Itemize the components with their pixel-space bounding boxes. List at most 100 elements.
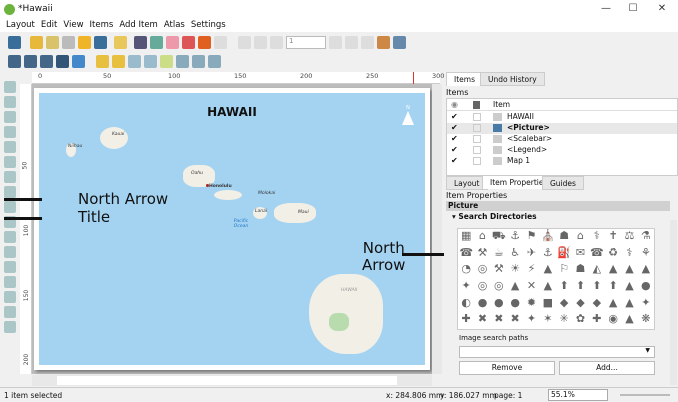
svg-symbol-thumbnail[interactable]: ⚡ [523, 262, 539, 279]
svg-symbol-thumbnail[interactable]: ⬆ [556, 279, 572, 296]
svg-symbol-thumbnail[interactable]: ◎ [474, 262, 490, 279]
group-icon[interactable] [128, 55, 141, 68]
svg-symbol-thumbnail[interactable]: ◎ [474, 279, 490, 296]
search-directories-header[interactable]: ▾ Search Directories [452, 212, 537, 221]
tab-undo-history[interactable]: Undo History [480, 72, 545, 86]
svg-symbol-thumbnail[interactable]: ⚓ [507, 229, 523, 246]
menu-view[interactable]: View [63, 20, 83, 30]
add-label-icon[interactable] [4, 201, 16, 213]
svg-symbol-thumbnail[interactable]: ■ [540, 296, 556, 313]
first-feature-icon[interactable] [254, 36, 267, 49]
add-shape-icon[interactable] [4, 246, 16, 258]
redo-icon[interactable] [214, 36, 227, 49]
zoom-100-icon[interactable] [40, 55, 53, 68]
svg-symbol-thumbnail[interactable]: ◆ [572, 296, 588, 313]
svg-symbol-thumbnail[interactable]: ⚒ [491, 262, 507, 279]
horizontal-scrollbar[interactable] [32, 375, 432, 386]
tab-guides[interactable]: Guides [542, 176, 584, 190]
svg-symbol-thumbnail[interactable]: ☗ [572, 262, 588, 279]
svg-symbol-thumbnail[interactable]: ⚑ [523, 229, 539, 246]
item-row-scalebar[interactable]: ✔ <Scalebar> [447, 134, 677, 145]
distribute-icon[interactable] [192, 55, 205, 68]
svg-symbol-thumbnail[interactable]: ✳ [556, 312, 572, 329]
lock-items-icon[interactable] [160, 55, 173, 68]
svg-symbol-thumbnail[interactable]: ☀ [507, 262, 523, 279]
svg-symbol-thumbnail[interactable]: ▲ [540, 279, 556, 296]
svg-symbol-thumbnail[interactable]: ✦ [638, 296, 654, 313]
lower-item-icon[interactable] [112, 55, 125, 68]
zoom-out-icon[interactable] [24, 55, 37, 68]
add-3d-map-icon[interactable] [4, 171, 16, 183]
svg-symbol-thumbnail[interactable]: ⚖ [621, 229, 637, 246]
atlas-settings-icon[interactable] [393, 36, 406, 49]
menu-settings[interactable]: Settings [191, 20, 226, 30]
svg-symbol-thumbnail[interactable]: ✖ [507, 312, 523, 329]
menu-atlas[interactable]: Atlas [164, 20, 185, 30]
svg-symbol-thumbnail[interactable]: ⛟ [491, 229, 507, 246]
add-html-icon[interactable] [4, 306, 16, 318]
svg-symbol-thumbnail[interactable]: ⬆ [605, 279, 621, 296]
svg-symbol-thumbnail[interactable]: ⬆ [572, 279, 588, 296]
menu-layout[interactable]: Layout [6, 20, 35, 30]
duplicate-layout-icon[interactable] [46, 36, 59, 49]
item-row-map[interactable]: ✔ Map 1 [447, 156, 677, 167]
svg-symbol-thumbnail[interactable]: ◐ [458, 296, 474, 313]
image-search-paths-dropdown[interactable]: ▼ [459, 346, 655, 358]
pan-icon[interactable] [4, 81, 16, 93]
svg-symbol-thumbnail[interactable]: ⬆ [589, 279, 605, 296]
svg-symbol-thumbnail[interactable]: ▲ [507, 279, 523, 296]
export-atlas-icon[interactable] [377, 36, 390, 49]
add-marker-icon[interactable] [4, 261, 16, 273]
select-icon[interactable] [4, 111, 16, 123]
svg-symbol-thumbnail[interactable]: ▲ [605, 262, 621, 279]
svg-symbol-thumbnail[interactable]: ▲ [621, 262, 637, 279]
properties-scrollbar[interactable] [670, 220, 677, 385]
tab-items[interactable]: Items [446, 72, 483, 86]
svg-symbol-thumbnail[interactable]: ◉ [605, 312, 621, 329]
zoom-in-icon[interactable] [8, 55, 21, 68]
add-table-icon[interactable] [4, 321, 16, 333]
zoom-slider[interactable] [620, 394, 670, 396]
svg-symbol-thumbnail[interactable]: ▲ [540, 262, 556, 279]
menu-add-item[interactable]: Add Item [119, 20, 158, 30]
svg-symbol-thumbnail[interactable]: ✈ [523, 246, 539, 263]
atlas-preview-icon[interactable] [238, 36, 251, 49]
last-feature-icon[interactable] [345, 36, 358, 49]
atlas-page-input[interactable]: 1 [286, 36, 326, 49]
close-button[interactable]: ✕ [652, 3, 672, 14]
svg-symbol-thumbnail[interactable]: ⚒ [474, 246, 490, 263]
svg-symbol-grid[interactable]: ▦ ⌂ ⛟ ⚓ ⚑ ⛪ ☗ ⌂ ⚕ ✝ ⚖ ⚗ ☎ ⚒ ☕ ♿ ✈ ⚓ ⛽ ✉ ☎ ♻ ⚕ ⚘ ◔ ◎ ⚒ ☀ ⚡ ▲ ⚐ ☗ ◭ ▲ ▲ ▲ ✦ ◎ ◎ ▲… [457, 228, 655, 330]
svg-symbol-thumbnail[interactable]: ✦ [523, 312, 539, 329]
save-template-icon[interactable] [94, 36, 107, 49]
map-title[interactable]: HAWAII [39, 105, 425, 119]
svg-symbol-thumbnail[interactable]: ❋ [638, 312, 654, 329]
svg-symbol-thumbnail[interactable]: ☎ [589, 246, 605, 263]
remove-button[interactable]: Remove [459, 361, 555, 375]
svg-symbol-thumbnail[interactable]: ✿ [572, 312, 588, 329]
zoom-dropdown[interactable]: 55.1% [548, 389, 608, 401]
svg-symbol-thumbnail[interactable]: ⚕ [589, 229, 605, 246]
svg-symbol-thumbnail[interactable]: ✦ [458, 279, 474, 296]
vertical-scrollbar[interactable] [432, 84, 442, 374]
svg-symbol-thumbnail[interactable]: ⚗ [638, 229, 654, 246]
svg-symbol-thumbnail[interactable]: ▦ [458, 229, 474, 246]
svg-symbol-thumbnail[interactable]: ⚕ [621, 246, 637, 263]
svg-symbol-thumbnail[interactable]: ✹ [523, 296, 539, 313]
align-icon[interactable] [176, 55, 189, 68]
menu-items[interactable]: Items [90, 20, 114, 30]
svg-symbol-thumbnail[interactable]: ✕ [523, 279, 539, 296]
svg-symbol-thumbnail[interactable]: ☕ [491, 246, 507, 263]
print-atlas-icon[interactable] [361, 36, 374, 49]
svg-symbol-thumbnail[interactable]: ▲ [621, 312, 637, 329]
svg-symbol-thumbnail[interactable]: ◎ [491, 279, 507, 296]
svg-symbol-thumbnail[interactable]: ♻ [605, 246, 621, 263]
svg-symbol-thumbnail[interactable]: ☎ [458, 246, 474, 263]
svg-symbol-thumbnail[interactable]: ▲ [621, 279, 637, 296]
item-row-picture[interactable]: ✔ <Picture> [447, 123, 677, 134]
svg-symbol-thumbnail[interactable]: ⌂ [474, 229, 490, 246]
undo-icon[interactable] [198, 36, 211, 49]
svg-symbol-thumbnail[interactable]: ◔ [458, 262, 474, 279]
svg-symbol-thumbnail[interactable]: ✝ [605, 229, 621, 246]
minimize-button[interactable]: — [596, 3, 616, 14]
move-content-icon[interactable] [4, 126, 16, 138]
